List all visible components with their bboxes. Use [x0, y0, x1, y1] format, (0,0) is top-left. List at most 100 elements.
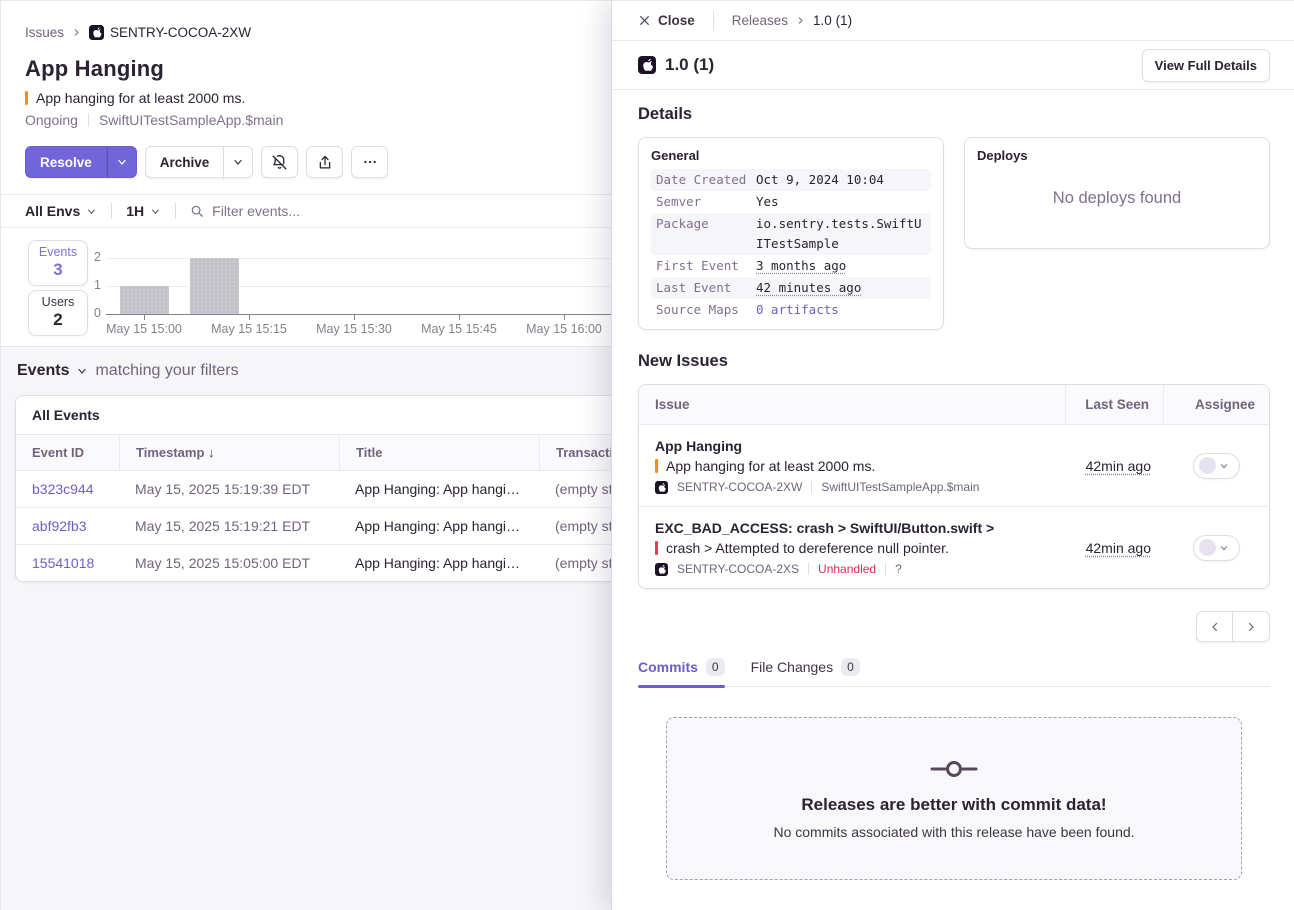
source-maps-link[interactable]: 0 artifacts [756, 300, 926, 320]
event-transaction: (empty string) [539, 508, 611, 544]
tab-commits[interactable]: Commits 0 [638, 658, 725, 686]
table-header-row: Event ID Timestamp ↓ Title Transaction [16, 435, 611, 471]
more-actions-button[interactable] [351, 146, 388, 178]
chart-gridline [106, 258, 611, 259]
column-header-timestamp[interactable]: Timestamp ↓ [119, 435, 339, 470]
no-deploys-message: No deploys found [977, 189, 1257, 208]
chevron-down-icon [86, 206, 97, 217]
events-dataset-dropdown[interactable]: Events [17, 362, 69, 380]
column-header-assignee: Assignee [1163, 385, 1269, 424]
event-search [190, 203, 611, 219]
archive-split-button: Archive [145, 146, 254, 178]
users-count: 2 [29, 310, 87, 330]
graph-legend: Events 3 Users 2 [28, 240, 88, 336]
date-range-dropdown[interactable]: 1H [126, 203, 161, 219]
events-toggle-label: Events [29, 245, 87, 259]
assignee-avatar [1199, 539, 1216, 556]
issue-row-title[interactable]: EXC_BAD_ACCESS: crash > SwiftUI/Button.s… [655, 520, 1049, 536]
share-button[interactable] [306, 146, 343, 178]
package-value: io.sentry.tests.SwiftUITestSample [756, 214, 926, 254]
git-commit-icon [930, 757, 978, 781]
chevron-right-icon [72, 25, 81, 40]
assignee-avatar [1199, 457, 1216, 474]
empty-state-subtitle: No commits associated with this release … [773, 824, 1134, 840]
event-title: App Hanging: App hanging for at least 20… [339, 545, 539, 581]
drawer-topbar: Close Releases 1.0 (1) [612, 1, 1294, 41]
semver-value: Yes [756, 192, 926, 212]
users-toggle-card[interactable]: Users 2 [28, 290, 88, 336]
archive-button[interactable]: Archive [145, 146, 225, 178]
date-range-label: 1H [126, 203, 144, 219]
event-title: App Hanging: App hanging for at least 20… [339, 508, 539, 544]
environment-dropdown[interactable]: All Envs [25, 203, 97, 219]
detail-row: Date Created Oct 9, 2024 10:04 [651, 169, 931, 191]
issue-row-project: SENTRY-COCOA-2XS [677, 562, 799, 576]
divider [808, 563, 809, 575]
view-full-details-button[interactable]: View Full Details [1142, 49, 1270, 82]
release-version: 1.0 (1) [665, 55, 714, 75]
issue-row-message: App hanging for at least 2000 ms. [666, 458, 875, 474]
breadcrumb-releases-link[interactable]: Releases [732, 13, 788, 28]
sort-descending-icon: ↓ [208, 445, 215, 460]
archive-dropdown-button[interactable] [223, 146, 253, 178]
share-icon [317, 154, 333, 171]
chevron-left-icon [1209, 621, 1221, 633]
issue-row-title[interactable]: App Hanging [655, 438, 1049, 454]
breadcrumb-project[interactable]: SENTRY-COCOA-2XW [89, 25, 251, 40]
new-issue-row[interactable]: App Hanging App hanging for at least 200… [639, 425, 1269, 507]
file-changes-count-badge: 0 [841, 658, 860, 676]
apple-platform-icon [638, 56, 656, 74]
chevron-right-icon [1245, 621, 1257, 633]
apple-platform-icon [89, 25, 104, 40]
column-header-title: Title [339, 435, 539, 470]
next-page-button[interactable] [1233, 611, 1270, 642]
environment-label: All Envs [25, 203, 80, 219]
new-issues-table: Issue Last Seen Assignee App Hanging App… [638, 384, 1270, 589]
events-count: 3 [29, 260, 87, 280]
new-issue-row[interactable]: EXC_BAD_ACCESS: crash > SwiftUI/Button.s… [639, 507, 1269, 588]
search-icon [190, 204, 204, 218]
column-header-last-seen: Last Seen [1065, 385, 1163, 424]
date-created-value: Oct 9, 2024 10:04 [756, 170, 926, 190]
all-events-table: All Events Event ID Timestamp ↓ Title Tr… [15, 395, 611, 582]
divider [885, 563, 886, 575]
filter-events-input[interactable] [212, 203, 512, 219]
deploys-card: Deploys No deploys found [964, 137, 1270, 249]
first-event-value: 3 months ago [756, 256, 926, 276]
event-id-link[interactable]: abf92fb3 [32, 518, 87, 534]
detail-row: Package io.sentry.tests.SwiftUITestSampl… [651, 213, 931, 255]
error-level-indicator [655, 541, 658, 555]
handled-unknown-indicator: ? [895, 562, 902, 576]
resolve-button[interactable]: Resolve [25, 146, 107, 178]
detail-row: Last Event 42 minutes ago [651, 277, 931, 299]
chart-bar [120, 286, 169, 314]
breadcrumb-issues-link[interactable]: Issues [25, 25, 64, 40]
mute-button[interactable] [261, 146, 298, 178]
event-graph-section: Events 3 Users 2 012May 15 15:00May 15 1… [1, 228, 611, 347]
x-axis-tick [249, 315, 250, 320]
resolve-dropdown-button[interactable] [107, 146, 137, 178]
column-header-issue: Issue [639, 385, 1065, 424]
x-axis-tick [354, 315, 355, 320]
issue-row-message: crash > Attempted to dereference null po… [666, 540, 949, 556]
assignee-dropdown[interactable] [1193, 535, 1240, 561]
breadcrumb: Issues SENTRY-COCOA-2XW [25, 25, 611, 40]
event-table-row: b323c944 May 15, 2025 15:19:39 EDT App H… [16, 471, 611, 508]
new-issues-heading: New Issues [638, 352, 1270, 371]
release-titlebar: 1.0 (1) View Full Details [612, 41, 1294, 90]
events-toggle-card[interactable]: Events 3 [28, 240, 88, 286]
event-timestamp: May 15, 2025 15:05:00 EDT [119, 545, 339, 581]
event-id-link[interactable]: b323c944 [32, 481, 94, 497]
project-slug: SENTRY-COCOA-2XW [110, 25, 251, 40]
assignee-dropdown[interactable] [1193, 453, 1240, 479]
event-id-link[interactable]: 15541018 [32, 555, 94, 571]
issue-meta: Ongoing SwiftUITestSampleApp.$main [25, 112, 611, 128]
close-drawer-button[interactable]: Close [638, 13, 695, 28]
divider [111, 203, 112, 219]
previous-page-button[interactable] [1196, 611, 1233, 642]
detail-row: First Event 3 months ago [651, 255, 931, 277]
release-tabs: Commits 0 File Changes 0 [638, 658, 1270, 687]
tab-file-changes[interactable]: File Changes 0 [751, 658, 860, 686]
filter-bar: All Envs 1H [1, 194, 611, 228]
x-axis-tick [144, 315, 145, 320]
